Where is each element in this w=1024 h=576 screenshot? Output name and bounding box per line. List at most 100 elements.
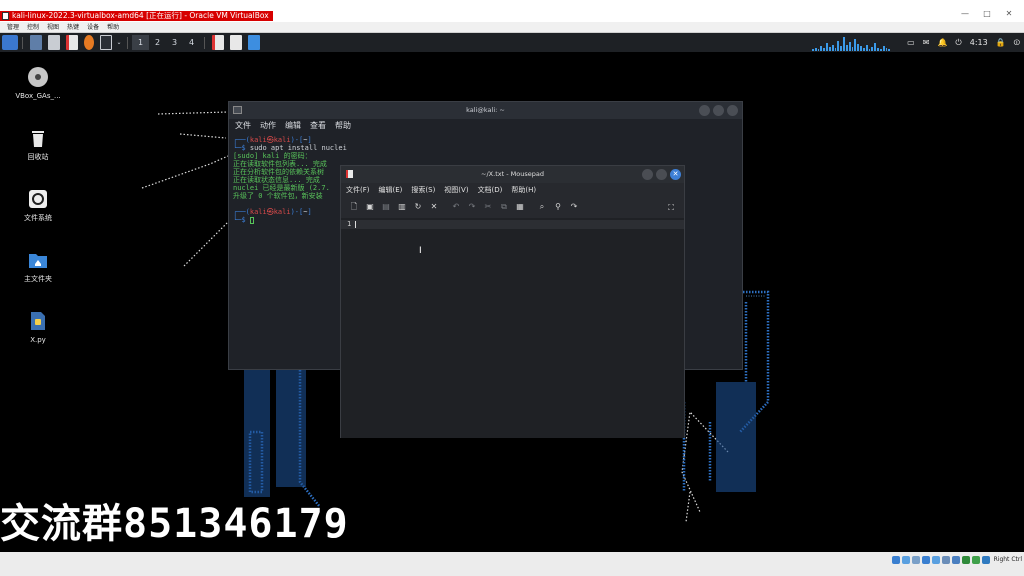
- optical-drive-icon[interactable]: [901, 556, 910, 564]
- vbox-menu-devices[interactable]: 设备: [84, 22, 102, 32]
- maximize-button[interactable]: □: [980, 9, 994, 19]
- mouse-integration-icon[interactable]: [981, 556, 990, 564]
- workspace-2[interactable]: 2: [149, 35, 166, 50]
- netgraph-bar: [860, 46, 862, 51]
- mousepad-menu-edit[interactable]: 编辑(E): [379, 183, 403, 198]
- window-controls: — □ ✕: [958, 9, 1024, 19]
- terminal-icon[interactable]: [30, 35, 42, 50]
- terminal-menu-file[interactable]: 文件: [235, 119, 251, 133]
- desktop-icon-vbox-gas[interactable]: VBox_GAs_...: [8, 66, 68, 101]
- desktop-icon-filesystem[interactable]: 文件系统: [8, 188, 68, 223]
- workspace-4[interactable]: 4: [183, 35, 200, 50]
- mousepad-menu-document[interactable]: 文档(D): [478, 183, 503, 198]
- close-button[interactable]: ✕: [1002, 9, 1016, 19]
- watermark-text: 交流群851346179: [0, 501, 349, 547]
- mousepad-menu-search[interactable]: 搜索(S): [411, 183, 435, 198]
- save-as-icon[interactable]: ▥: [394, 200, 410, 214]
- mail-icon[interactable]: ✉: [923, 38, 930, 47]
- undo-icon[interactable]: ↶: [448, 200, 464, 214]
- display-icon[interactable]: [951, 556, 960, 564]
- mousepad-titlebar[interactable]: ~/X.txt - Mousepad ✕: [341, 166, 684, 183]
- shared-folders-icon[interactable]: [941, 556, 950, 564]
- cut-icon[interactable]: ✂: [480, 200, 496, 214]
- netgraph-bar: [826, 43, 828, 51]
- minimize-button[interactable]: [642, 169, 653, 180]
- vbox-menu-help[interactable]: 帮助: [104, 22, 122, 32]
- text-editor-icon[interactable]: [66, 35, 78, 50]
- screenshot-task-icon[interactable]: [230, 35, 242, 50]
- fullscreen-icon[interactable]: ⛶: [665, 201, 677, 215]
- close-button[interactable]: [727, 105, 738, 116]
- terminal-menu-help[interactable]: 帮助: [335, 119, 351, 133]
- workspace-1[interactable]: 1: [132, 35, 149, 50]
- maximize-button[interactable]: [713, 105, 724, 116]
- vbox-menu-manage[interactable]: 管理: [4, 22, 22, 32]
- minimize-button[interactable]: [699, 105, 710, 116]
- goto-icon[interactable]: ↷: [566, 200, 582, 214]
- file-manager-icon[interactable]: [48, 35, 60, 50]
- desktop-icon-home[interactable]: 主文件夹: [8, 249, 68, 284]
- bell-icon[interactable]: 🔔: [937, 38, 947, 47]
- workspace-3[interactable]: 3: [166, 35, 183, 50]
- new-window-icon[interactable]: ▣: [362, 200, 378, 214]
- redo-icon[interactable]: ↷: [464, 200, 480, 214]
- network-icon[interactable]: [921, 556, 930, 564]
- terminal-menu-view[interactable]: 查看: [310, 119, 326, 133]
- save-icon[interactable]: ▤: [378, 200, 394, 214]
- vbox-task-icon[interactable]: [248, 35, 260, 50]
- cpu-activity-icon[interactable]: [971, 556, 980, 564]
- close-button[interactable]: ✕: [670, 169, 681, 180]
- mousepad-menu-file[interactable]: 文件(F): [346, 183, 370, 198]
- panel-separator: [204, 36, 205, 49]
- netgraph-bar: [820, 46, 823, 51]
- vbox-menu-hotkey[interactable]: 热键: [64, 22, 82, 32]
- kali-menu-icon[interactable]: [2, 35, 18, 50]
- line-number: 1: [347, 220, 352, 228]
- power-icon[interactable]: ⏻: [955, 38, 961, 48]
- lock-icon[interactable]: 🔒: [996, 38, 1006, 47]
- find-replace-icon[interactable]: ⚲: [550, 200, 566, 214]
- chevron-down-icon[interactable]: ⌄: [115, 35, 123, 50]
- vbox-menu-control[interactable]: 控制: [24, 22, 42, 32]
- display-icon[interactable]: ▭: [907, 38, 915, 47]
- copy-icon[interactable]: ⧉: [496, 200, 512, 214]
- usb-icon[interactable]: [931, 556, 940, 564]
- mousepad-editor[interactable]: 1: [341, 218, 684, 438]
- virtualbox-app-icon: [2, 12, 9, 20]
- clock[interactable]: 4:13: [970, 38, 988, 47]
- terminal-emulator-icon[interactable]: [100, 35, 112, 50]
- disc-icon: [27, 66, 49, 88]
- desktop-icon-trash[interactable]: 回收站: [8, 127, 68, 162]
- prompt-user: kali: [249, 136, 267, 144]
- netgraph-bar: [840, 46, 843, 51]
- reload-icon[interactable]: ↻: [410, 200, 426, 214]
- find-icon[interactable]: ⌕: [534, 200, 550, 214]
- maximize-button[interactable]: [656, 169, 667, 180]
- close-doc-icon[interactable]: ✕: [426, 200, 442, 214]
- terminal-command: sudo apt install nuclei: [249, 144, 347, 152]
- vbox-menu-view[interactable]: 视图: [44, 22, 62, 32]
- terminal-menu-action[interactable]: 动作: [260, 119, 276, 133]
- new-document-icon[interactable]: 🗋: [346, 200, 362, 214]
- firefox-icon[interactable]: [84, 35, 94, 50]
- desktop-icon-x-py[interactable]: X.py: [8, 310, 68, 345]
- mousepad-menu-view[interactable]: 视图(V): [444, 183, 468, 198]
- netgraph-bar: [871, 47, 874, 51]
- netgraph-bar: [874, 43, 877, 51]
- audio-icon[interactable]: [911, 556, 920, 564]
- mousepad-menu-help[interactable]: 帮助(H): [511, 183, 536, 198]
- mousepad-window[interactable]: ~/X.txt - Mousepad ✕ 文件(F) 编辑(E) 搜索(S) 视…: [340, 165, 685, 438]
- exit-icon[interactable]: ⏼: [1014, 38, 1020, 48]
- hard-disk-icon[interactable]: [891, 556, 900, 564]
- paste-icon[interactable]: ▦: [512, 200, 528, 214]
- terminal-menu-edit[interactable]: 编辑: [285, 119, 301, 133]
- terminal-titlebar[interactable]: kali@kali: ~: [229, 102, 742, 119]
- mousepad-task-icon[interactable]: [212, 35, 224, 50]
- netgraph-bar: [812, 49, 814, 51]
- prompt-user: kali: [249, 208, 267, 216]
- prompt-host: kali: [273, 136, 291, 144]
- filesystem-icon: [27, 188, 49, 210]
- netgraph-bar: [831, 45, 834, 51]
- minimize-button[interactable]: —: [958, 9, 972, 19]
- recording-icon[interactable]: [961, 556, 970, 564]
